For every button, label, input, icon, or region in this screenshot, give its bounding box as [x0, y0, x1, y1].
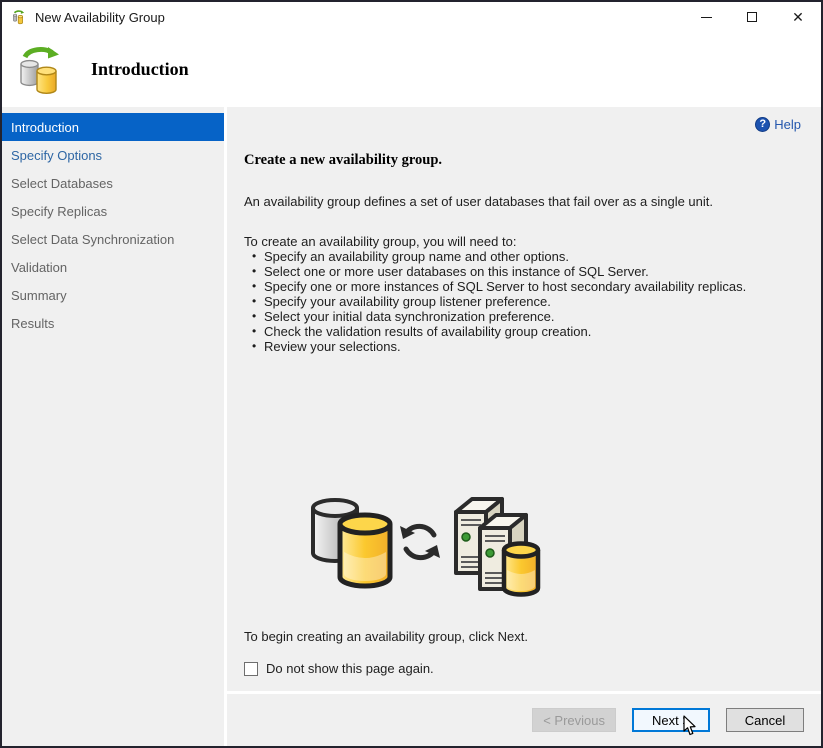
window-title: New Availability Group	[35, 9, 165, 25]
description-text: An availability group defines a set of u…	[244, 194, 714, 209]
sidebar-item-summary: Summary	[11, 287, 67, 303]
sidebar-item-introduction[interactable]: Introduction	[2, 113, 224, 141]
wizard-task-list: Specify an availability group name and o…	[250, 249, 801, 354]
next-hint-text: To begin creating an availability group,…	[244, 629, 528, 644]
sidebar-item-specify-replicas: Specify Replicas	[11, 203, 108, 219]
app-icon	[13, 9, 25, 24]
introduction-page: ? Help Create a new availability group. …	[227, 107, 821, 691]
wizard-body: Introduction Specify Options Select Data…	[2, 107, 821, 746]
list-intro-text: To create an availability group, you wil…	[244, 234, 517, 249]
cancel-button[interactable]: Cancel	[726, 708, 804, 732]
list-item: Select your initial data synchronization…	[250, 309, 801, 324]
list-item: Specify your availability group listener…	[250, 294, 801, 309]
help-label: Help	[774, 116, 801, 132]
new-availability-group-window: New Availability Group ✕ Introduction In…	[0, 0, 823, 748]
sidebar-item-validation: Validation	[11, 259, 68, 275]
next-button[interactable]: Next >	[632, 708, 710, 732]
content-column: ? Help Create a new availability group. …	[227, 107, 821, 746]
databases-sync-icon	[20, 46, 59, 94]
title-bar: New Availability Group ✕	[2, 2, 821, 32]
help-link[interactable]: ? Help	[755, 116, 801, 132]
sidebar-item-select-databases: Select Databases	[11, 175, 113, 191]
previous-button[interactable]: < Previous	[532, 708, 616, 732]
list-item: Check the validation results of availabi…	[250, 324, 801, 339]
close-icon[interactable]: ✕	[775, 2, 821, 32]
databases-sync-to-servers-illustration	[311, 497, 541, 597]
wizard-header: Introduction	[2, 32, 821, 107]
wizard-footer: < Previous Next > Cancel	[227, 694, 821, 746]
list-item: Specify an availability group name and o…	[250, 249, 801, 264]
section-heading: Create a new availability group.	[244, 152, 443, 168]
help-icon: ?	[755, 116, 771, 132]
minimize-icon[interactable]	[683, 2, 729, 32]
do-not-show-checkbox-label: Do not show this page again.	[266, 661, 434, 676]
window-controls: ✕	[683, 2, 821, 32]
list-item: Specify one or more instances of SQL Ser…	[250, 279, 801, 294]
maximize-icon[interactable]	[729, 2, 775, 32]
do-not-show-checkbox-row[interactable]: Do not show this page again.	[244, 661, 801, 676]
sidebar-item-specify-options[interactable]: Specify Options	[2, 141, 224, 169]
sidebar-item-results: Results	[11, 315, 55, 331]
list-item: Select one or more user databases on thi…	[250, 264, 801, 279]
sidebar-item-select-data-synchronization: Select Data Synchronization	[11, 231, 175, 247]
page-title: Introduction	[91, 59, 189, 79]
wizard-steps-sidebar: Introduction Specify Options Select Data…	[2, 107, 224, 746]
do-not-show-checkbox[interactable]	[244, 661, 258, 676]
list-item: Review your selections.	[250, 339, 801, 354]
